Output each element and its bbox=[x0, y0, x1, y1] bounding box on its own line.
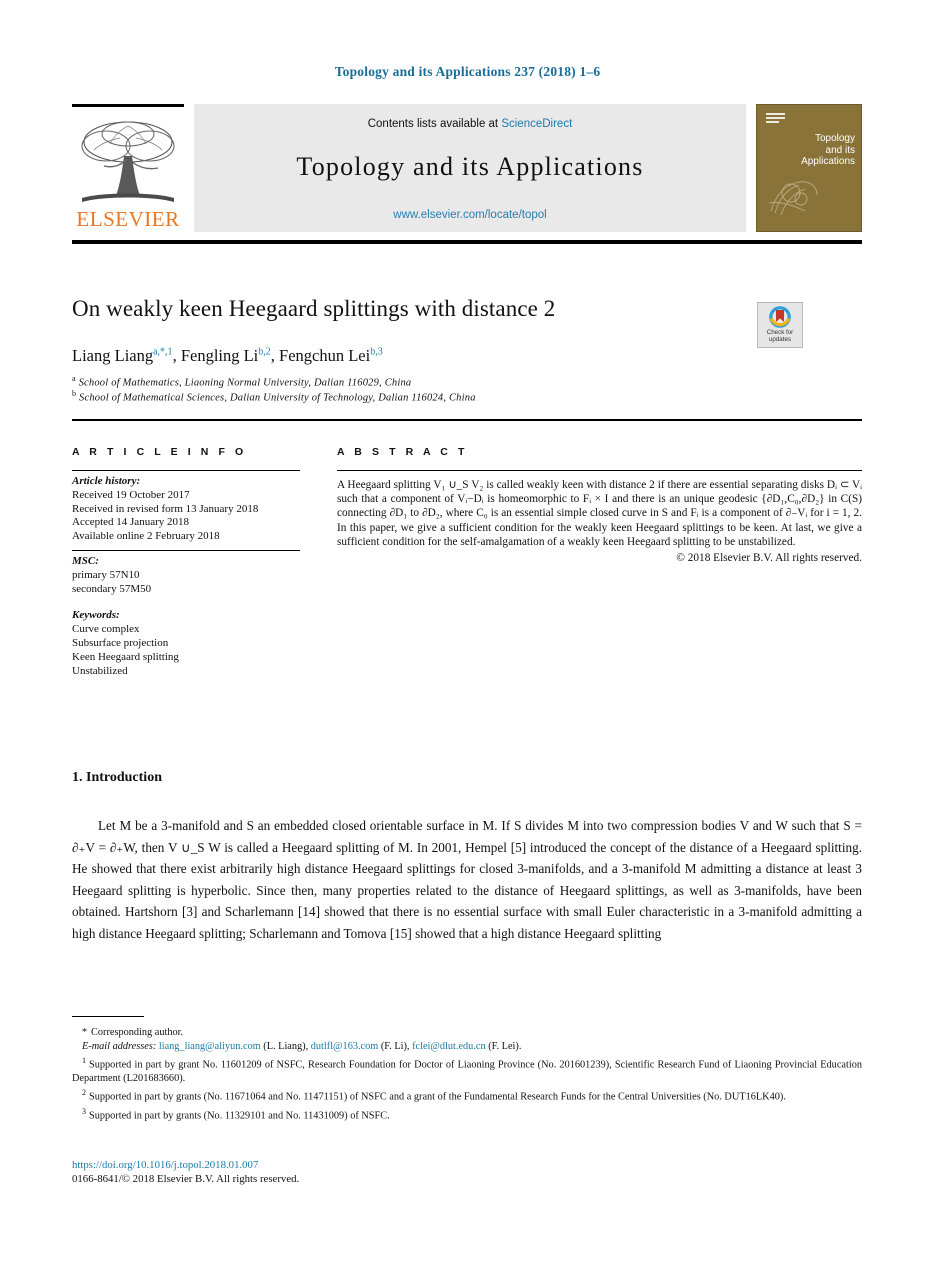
footnote-2: 2 Supported in part by grants (No. 116710… bbox=[72, 1086, 862, 1104]
author-sup-3[interactable]: b,3 bbox=[370, 347, 383, 358]
cover-artwork-icon bbox=[768, 181, 818, 216]
cover-title-line1: Topology bbox=[814, 133, 855, 144]
elsevier-wordmark: ELSEVIER bbox=[76, 207, 180, 231]
email-link-1[interactable]: liang_liang@aliyun.com bbox=[159, 1041, 261, 1052]
elsevier-logo: ELSEVIER bbox=[72, 104, 184, 232]
masthead-divider bbox=[72, 240, 862, 244]
footnote-1: 1 Supported in part by grant No. 11601209… bbox=[72, 1054, 862, 1085]
journal-title: Topology and its Applications bbox=[296, 152, 644, 181]
paper-page: Topology and its Applications 237 (2018)… bbox=[0, 0, 935, 1266]
info-rule-top bbox=[72, 470, 300, 471]
footnote-marker-1: 1 bbox=[82, 1056, 86, 1066]
page-title: On weakly keen Heegaard splittings with … bbox=[72, 296, 556, 321]
journal-cover-thumbnail: Topology and its Applications bbox=[756, 104, 862, 232]
crossmark-icon bbox=[769, 306, 791, 328]
affiliation-text-a: School of Mathematics, Liaoning Normal U… bbox=[78, 377, 412, 389]
issn-copyright-line: 0166-8641/© 2018 Elsevier B.V. All right… bbox=[72, 1173, 300, 1185]
section-heading-introduction: 1. Introduction bbox=[72, 770, 162, 785]
affiliation-text-b: School of Mathematical Sciences, Dalian … bbox=[79, 392, 476, 404]
author-name-3: Fengchun Lei bbox=[279, 346, 371, 365]
running-head: Topology and its Applications 237 (2018)… bbox=[334, 64, 601, 79]
author-name-2: Fengling Li bbox=[180, 346, 259, 365]
abstract-copyright: © 2018 Elsevier B.V. All rights reserved… bbox=[676, 552, 862, 565]
author-sup-1[interactable]: a,*,1 bbox=[153, 347, 172, 358]
article-info-label: A R T I C L E I N F O bbox=[72, 446, 247, 458]
abstract-text: A Heegaard splitting V₁ ∪_S V₂ is called… bbox=[337, 479, 862, 548]
msc-heading: MSC: bbox=[72, 554, 99, 567]
keyword-item: Subsurface projection bbox=[72, 636, 169, 649]
affiliation-b: b School of Mathematical Sciences, Dalia… bbox=[72, 389, 792, 404]
contents-banner: Contents lists available at ScienceDirec… bbox=[194, 104, 746, 232]
article-history-item: Received 19 October 2017 bbox=[72, 488, 190, 501]
email-heading: E-mail addresses: bbox=[82, 1041, 157, 1053]
email-link-3[interactable]: fclei@dlut.edu.cn bbox=[412, 1041, 486, 1052]
cover-title-line2: and its bbox=[825, 144, 855, 156]
author-list: Liang Lianga,*,1, Fengling Lib,2, Fengch… bbox=[72, 346, 383, 365]
footnote-3: 3 Supported in part by grants (No. 113291… bbox=[72, 1105, 862, 1123]
keyword-item: Curve complex bbox=[72, 623, 140, 636]
article-info-column: Article history: Received 19 October 201… bbox=[72, 470, 300, 680]
article-history-heading: Article history: bbox=[72, 475, 141, 487]
crossmark-label-line1: Check for bbox=[766, 329, 794, 336]
cover-title: Topology and its Applications bbox=[757, 133, 855, 168]
footnote-marker-3: 3 bbox=[82, 1106, 86, 1116]
msc-item: secondary 57M50 bbox=[72, 582, 152, 595]
info-rule-middle bbox=[72, 549, 300, 551]
sciencedirect-link[interactable]: ScienceDirect bbox=[501, 118, 572, 130]
footnote-corresponding: * Corresponding author. bbox=[72, 1026, 862, 1039]
asterisk-marker: * bbox=[82, 1027, 87, 1038]
footnote-divider bbox=[72, 1016, 144, 1018]
crossmark-label: Check for updates bbox=[767, 329, 793, 343]
email-owner-2: (F. Li), bbox=[380, 1041, 410, 1053]
article-history-item: Accepted 14 January 2018 bbox=[72, 516, 189, 529]
abstract-column: A Heegaard splitting V₁ ∪_S V₂ is called… bbox=[337, 470, 862, 565]
keyword-item: Unstabilized bbox=[72, 664, 128, 677]
page-footer: https://doi.org/10.1016/j.topol.2018.01.… bbox=[72, 1158, 862, 1186]
contents-prefix: Contents lists available at bbox=[367, 118, 499, 130]
crossmark-label-line2: updates bbox=[768, 336, 791, 343]
abstract-rule bbox=[337, 470, 862, 471]
journal-url-link[interactable]: www.elsevier.com/locate/topol bbox=[194, 209, 746, 221]
affiliation-a: a School of Mathematics, Liaoning Normal… bbox=[72, 374, 792, 389]
footnote-emails: E-mail addresses: liang_liang@aliyun.com… bbox=[72, 1040, 862, 1053]
crossmark-badge[interactable]: Check for updates bbox=[757, 302, 803, 348]
footnote-text-2: Supported in part by grants (No. 1167106… bbox=[89, 1091, 786, 1103]
msc-item: primary 57N10 bbox=[72, 568, 140, 581]
affiliation-marker-a: a bbox=[72, 374, 76, 383]
author-name-1: Liang Liang bbox=[72, 346, 154, 365]
email-owner-1: (L. Liang), bbox=[263, 1041, 309, 1053]
email-link-2[interactable]: dutlfl@163.com bbox=[311, 1041, 379, 1052]
affiliation-marker-b: b bbox=[72, 389, 77, 398]
cover-title-line3: Applications bbox=[801, 156, 855, 167]
footnote-text-3: Supported in part by grants (No. 1132910… bbox=[89, 1110, 390, 1122]
elsevier-tree-icon bbox=[76, 116, 180, 208]
author-sup-2[interactable]: b,2 bbox=[258, 347, 271, 358]
journal-masthead: ELSEVIER Contents lists available at Sci… bbox=[72, 104, 862, 232]
footnote-text-1: Supported in part by grant No. 11601209 … bbox=[72, 1059, 862, 1085]
doi-link[interactable]: https://doi.org/10.1016/j.topol.2018.01.… bbox=[72, 1158, 862, 1172]
article-history-item: Received in revised form 13 January 2018 bbox=[72, 502, 259, 515]
contents-lists-line: Contents lists available at ScienceDirec… bbox=[368, 118, 573, 130]
introduction-paragraph: Let M be a 3-manifold and S an embedded … bbox=[72, 818, 862, 941]
cover-elsevier-mark-icon bbox=[766, 113, 785, 128]
msc-block: MSC: primary 57N10 secondary 57M50 bbox=[72, 555, 300, 596]
article-history-item: Available online 2 February 2018 bbox=[72, 530, 220, 543]
keywords-block: Keywords: Curve complex Subsurface proje… bbox=[72, 609, 300, 678]
article-history-block: Article history: Received 19 October 201… bbox=[72, 475, 300, 544]
info-section-divider bbox=[72, 419, 862, 421]
keywords-heading: Keywords: bbox=[72, 609, 120, 622]
abstract-label: A B S T R A C T bbox=[337, 446, 468, 458]
keyword-item: Keen Heegaard splitting bbox=[72, 650, 179, 663]
corresponding-author-text: Corresponding author. bbox=[91, 1027, 184, 1038]
footnote-marker-2: 2 bbox=[82, 1088, 86, 1098]
email-owner-3: (F. Lei). bbox=[488, 1041, 522, 1053]
footnote-block: * Corresponding author. E-mail addresses:… bbox=[72, 1026, 862, 1123]
